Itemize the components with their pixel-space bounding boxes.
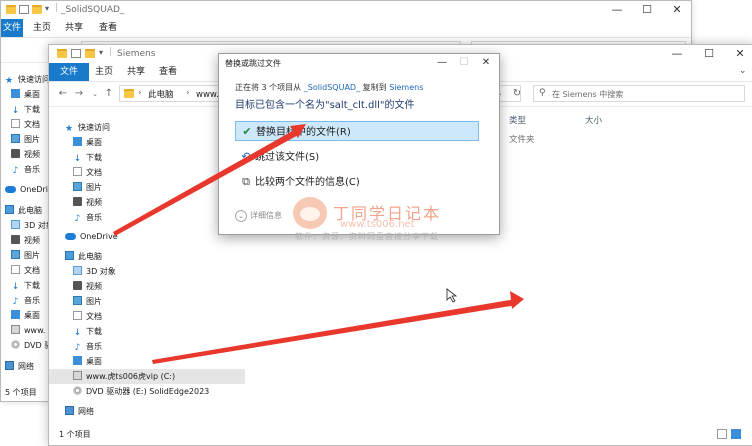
arrow-head-blank xyxy=(510,291,524,309)
annotation-overlay xyxy=(113,124,524,364)
arrow-to-replace-option xyxy=(113,129,300,236)
arrow-to-blank-area xyxy=(152,299,517,364)
mouse-cursor-icon xyxy=(446,288,458,303)
